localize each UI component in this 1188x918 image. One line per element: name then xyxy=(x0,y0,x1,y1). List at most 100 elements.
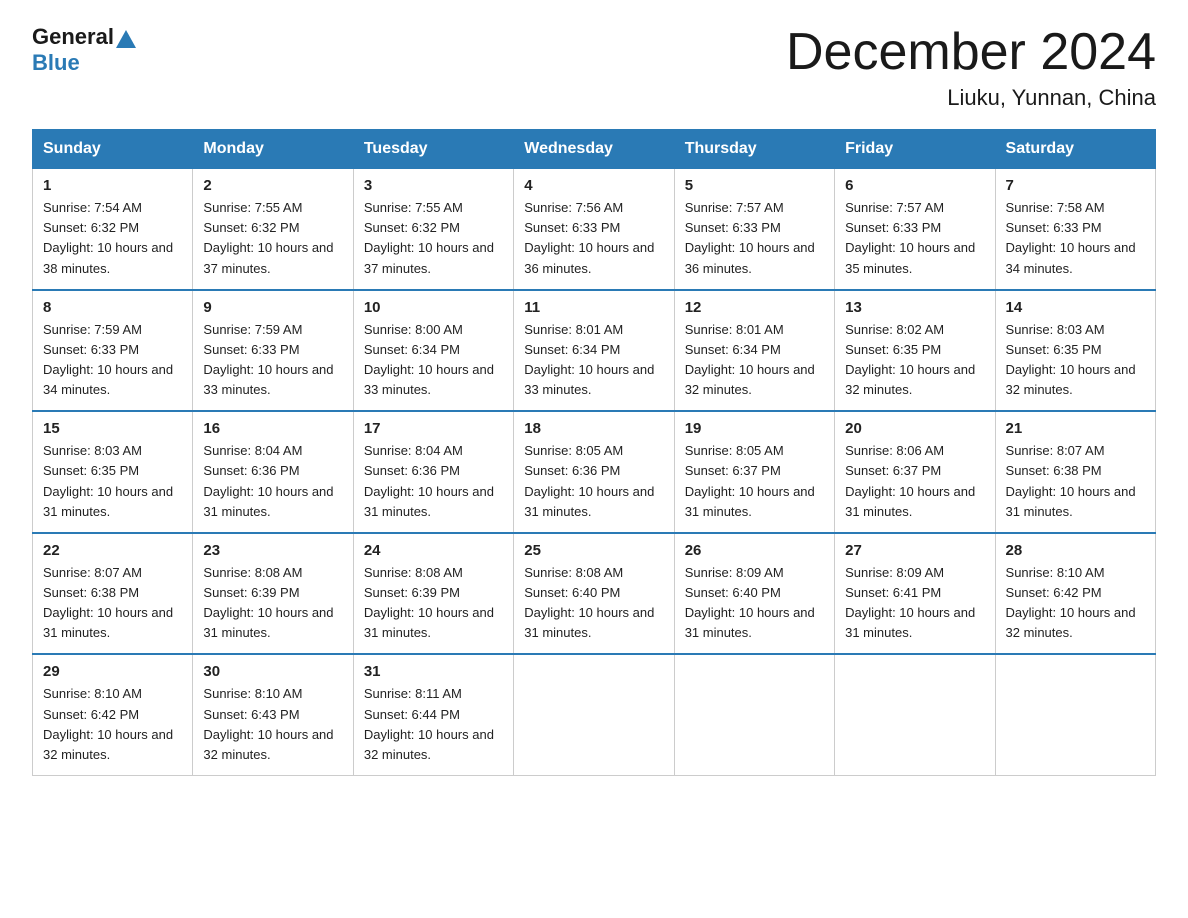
calendar-cell xyxy=(514,654,674,775)
day-info: Sunrise: 8:03 AMSunset: 6:35 PMDaylight:… xyxy=(1006,322,1136,397)
day-number: 11 xyxy=(524,299,663,316)
day-info: Sunrise: 8:07 AMSunset: 6:38 PMDaylight:… xyxy=(1006,443,1136,518)
title-area: December 2024 Liuku, Yunnan, China xyxy=(786,24,1156,111)
day-info: Sunrise: 8:11 AMSunset: 6:44 PMDaylight:… xyxy=(364,686,494,761)
header-thursday: Thursday xyxy=(674,130,834,169)
calendar-week-row: 29Sunrise: 8:10 AMSunset: 6:42 PMDayligh… xyxy=(33,654,1156,775)
day-info: Sunrise: 8:03 AMSunset: 6:35 PMDaylight:… xyxy=(43,443,173,518)
calendar-cell: 7Sunrise: 7:58 AMSunset: 6:33 PMDaylight… xyxy=(995,169,1155,290)
day-number: 16 xyxy=(203,420,342,437)
month-title: December 2024 xyxy=(786,24,1156,81)
calendar-cell: 10 Sunrise: 8:00 AMSunset: 6:34 PMDayligh… xyxy=(353,290,513,412)
header-wednesday: Wednesday xyxy=(514,130,674,169)
calendar-cell: 19Sunrise: 8:05 AMSunset: 6:37 PMDayligh… xyxy=(674,411,834,533)
day-info: Sunrise: 7:59 AMSunset: 6:33 PMDaylight:… xyxy=(43,322,173,397)
day-info: Sunrise: 8:09 AMSunset: 6:41 PMDaylight:… xyxy=(845,565,975,640)
day-number: 3 xyxy=(364,177,503,194)
day-number: 6 xyxy=(845,177,984,194)
calendar-cell: 31 Sunrise: 8:11 AMSunset: 6:44 PMDayligh… xyxy=(353,654,513,775)
calendar-cell: 17 Sunrise: 8:04 AMSunset: 6:36 PMDayligh… xyxy=(353,411,513,533)
calendar-cell: 21 Sunrise: 8:07 AMSunset: 6:38 PMDayligh… xyxy=(995,411,1155,533)
location-title: Liuku, Yunnan, China xyxy=(786,85,1156,111)
day-info: Sunrise: 8:10 AMSunset: 6:42 PMDaylight:… xyxy=(43,686,173,761)
header-monday: Monday xyxy=(193,130,353,169)
header-saturday: Saturday xyxy=(995,130,1155,169)
calendar-cell: 13 Sunrise: 8:02 AMSunset: 6:35 PMDayligh… xyxy=(835,290,995,412)
day-info: Sunrise: 7:54 AMSunset: 6:32 PMDaylight:… xyxy=(43,200,173,275)
header-tuesday: Tuesday xyxy=(353,130,513,169)
logo-blue-text: Blue xyxy=(32,50,80,75)
day-number: 23 xyxy=(203,542,342,559)
day-info: Sunrise: 7:55 AMSunset: 6:32 PMDaylight:… xyxy=(364,200,494,275)
calendar-cell xyxy=(835,654,995,775)
day-number: 4 xyxy=(524,177,663,194)
day-info: Sunrise: 8:06 AMSunset: 6:37 PMDaylight:… xyxy=(845,443,975,518)
day-number: 13 xyxy=(845,299,984,316)
calendar-header-row: SundayMondayTuesdayWednesdayThursdayFrid… xyxy=(33,130,1156,169)
day-number: 20 xyxy=(845,420,984,437)
day-info: Sunrise: 7:57 AMSunset: 6:33 PMDaylight:… xyxy=(685,200,815,275)
calendar-cell: 3 Sunrise: 7:55 AMSunset: 6:32 PMDaylight… xyxy=(353,169,513,290)
day-info: Sunrise: 8:08 AMSunset: 6:39 PMDaylight:… xyxy=(364,565,494,640)
calendar-cell: 16Sunrise: 8:04 AMSunset: 6:36 PMDayligh… xyxy=(193,411,353,533)
calendar-cell: 27 Sunrise: 8:09 AMSunset: 6:41 PMDayligh… xyxy=(835,533,995,655)
day-info: Sunrise: 8:01 AMSunset: 6:34 PMDaylight:… xyxy=(685,322,815,397)
day-number: 24 xyxy=(364,542,503,559)
day-number: 2 xyxy=(203,177,342,194)
calendar-cell: 5 Sunrise: 7:57 AMSunset: 6:33 PMDaylight… xyxy=(674,169,834,290)
logo-general-text: General xyxy=(32,24,114,50)
day-number: 27 xyxy=(845,542,984,559)
day-number: 10 xyxy=(364,299,503,316)
logo: General Blue xyxy=(32,24,138,76)
calendar-cell: 20 Sunrise: 8:06 AMSunset: 6:37 PMDayligh… xyxy=(835,411,995,533)
day-info: Sunrise: 7:56 AMSunset: 6:33 PMDaylight:… xyxy=(524,200,654,275)
calendar-week-row: 1Sunrise: 7:54 AMSunset: 6:32 PMDaylight… xyxy=(33,169,1156,290)
day-info: Sunrise: 8:10 AMSunset: 6:42 PMDaylight:… xyxy=(1006,565,1136,640)
calendar-cell xyxy=(995,654,1155,775)
calendar-cell: 28 Sunrise: 8:10 AMSunset: 6:42 PMDayligh… xyxy=(995,533,1155,655)
header-friday: Friday xyxy=(835,130,995,169)
day-info: Sunrise: 8:09 AMSunset: 6:40 PMDaylight:… xyxy=(685,565,815,640)
calendar-cell: 18 Sunrise: 8:05 AMSunset: 6:36 PMDayligh… xyxy=(514,411,674,533)
calendar-table: SundayMondayTuesdayWednesdayThursdayFrid… xyxy=(32,129,1156,776)
calendar-cell: 15 Sunrise: 8:03 AMSunset: 6:35 PMDayligh… xyxy=(33,411,193,533)
day-number: 31 xyxy=(364,663,503,680)
day-info: Sunrise: 8:10 AMSunset: 6:43 PMDaylight:… xyxy=(203,686,333,761)
day-info: Sunrise: 8:04 AMSunset: 6:36 PMDaylight:… xyxy=(364,443,494,518)
day-info: Sunrise: 8:02 AMSunset: 6:35 PMDaylight:… xyxy=(845,322,975,397)
day-info: Sunrise: 8:00 AMSunset: 6:34 PMDaylight:… xyxy=(364,322,494,397)
calendar-cell: 2 Sunrise: 7:55 AMSunset: 6:32 PMDaylight… xyxy=(193,169,353,290)
calendar-cell xyxy=(674,654,834,775)
day-number: 21 xyxy=(1006,420,1145,437)
day-info: Sunrise: 8:08 AMSunset: 6:39 PMDaylight:… xyxy=(203,565,333,640)
calendar-cell: 30 Sunrise: 8:10 AMSunset: 6:43 PMDayligh… xyxy=(193,654,353,775)
calendar-cell: 8 Sunrise: 7:59 AMSunset: 6:33 PMDaylight… xyxy=(33,290,193,412)
day-number: 8 xyxy=(43,299,182,316)
day-info: Sunrise: 8:07 AMSunset: 6:38 PMDaylight:… xyxy=(43,565,173,640)
day-number: 14 xyxy=(1006,299,1145,316)
calendar-cell: 26Sunrise: 8:09 AMSunset: 6:40 PMDayligh… xyxy=(674,533,834,655)
day-number: 28 xyxy=(1006,542,1145,559)
calendar-week-row: 8 Sunrise: 7:59 AMSunset: 6:33 PMDaylight… xyxy=(33,290,1156,412)
day-number: 15 xyxy=(43,420,182,437)
day-number: 22 xyxy=(43,542,182,559)
day-number: 25 xyxy=(524,542,663,559)
day-info: Sunrise: 7:58 AMSunset: 6:33 PMDaylight:… xyxy=(1006,200,1136,275)
calendar-cell: 22 Sunrise: 8:07 AMSunset: 6:38 PMDayligh… xyxy=(33,533,193,655)
day-info: Sunrise: 8:08 AMSunset: 6:40 PMDaylight:… xyxy=(524,565,654,640)
calendar-week-row: 15 Sunrise: 8:03 AMSunset: 6:35 PMDayligh… xyxy=(33,411,1156,533)
calendar-cell: 11Sunrise: 8:01 AMSunset: 6:34 PMDayligh… xyxy=(514,290,674,412)
calendar-cell: 14 Sunrise: 8:03 AMSunset: 6:35 PMDayligh… xyxy=(995,290,1155,412)
day-number: 18 xyxy=(524,420,663,437)
day-info: Sunrise: 7:55 AMSunset: 6:32 PMDaylight:… xyxy=(203,200,333,275)
calendar-cell: 23 Sunrise: 8:08 AMSunset: 6:39 PMDayligh… xyxy=(193,533,353,655)
day-info: Sunrise: 8:05 AMSunset: 6:36 PMDaylight:… xyxy=(524,443,654,518)
calendar-cell: 1Sunrise: 7:54 AMSunset: 6:32 PMDaylight… xyxy=(33,169,193,290)
logo-triangle-icon xyxy=(116,30,136,48)
day-number: 30 xyxy=(203,663,342,680)
day-number: 5 xyxy=(685,177,824,194)
calendar-cell: 6Sunrise: 7:57 AMSunset: 6:33 PMDaylight… xyxy=(835,169,995,290)
day-number: 9 xyxy=(203,299,342,316)
day-number: 19 xyxy=(685,420,824,437)
day-number: 17 xyxy=(364,420,503,437)
